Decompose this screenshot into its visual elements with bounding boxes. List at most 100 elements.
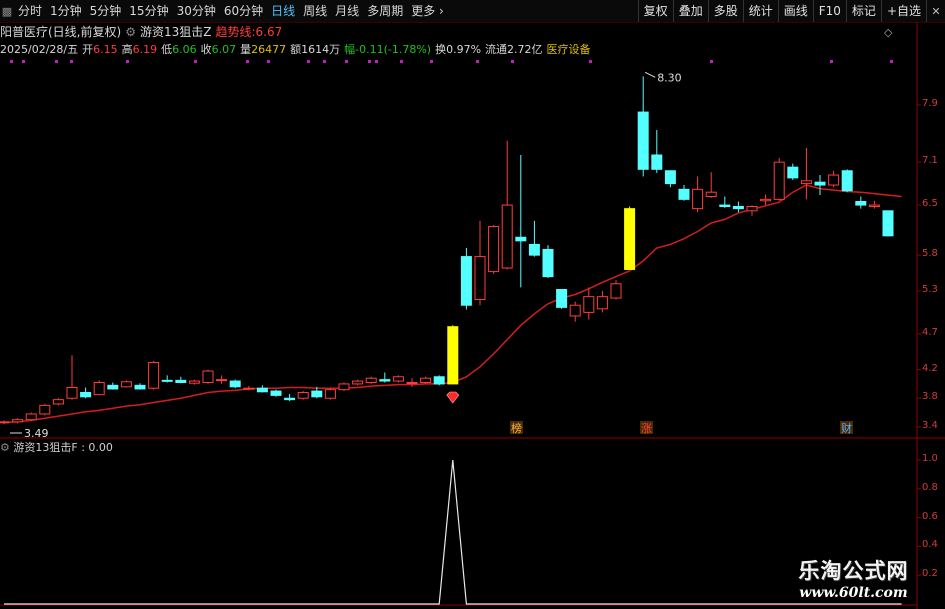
price-tick-label: 7.9	[922, 97, 938, 109]
candle-body	[66, 387, 78, 399]
indicator-tick-label: 0.8	[922, 481, 938, 493]
price-chart[interactable]: 8.30 3.49 榜 涨 财	[0, 0, 945, 609]
candle-body	[25, 413, 37, 421]
marker-dot-13	[400, 60, 403, 63]
price-tick-label: 4.7	[922, 326, 938, 338]
marker-dot-14	[430, 60, 433, 63]
candle-body	[746, 206, 758, 212]
candle-body	[39, 404, 51, 415]
candle-body	[583, 296, 595, 313]
marker-dot-7	[267, 60, 270, 63]
candle-body	[474, 256, 486, 301]
candle-body	[624, 208, 636, 270]
indicator-header: ⚙ 游资13狙击F : 0.00	[0, 441, 113, 454]
candle-body	[297, 392, 309, 399]
candle-body	[773, 161, 785, 200]
candle-body	[841, 170, 853, 192]
candle-body	[515, 236, 527, 242]
marker-dot-10	[345, 60, 348, 63]
marker-dot-16	[511, 60, 514, 63]
candle-body	[692, 188, 704, 210]
candle-body	[528, 243, 540, 256]
candle-body	[216, 379, 228, 382]
candle-body	[0, 421, 10, 424]
price-tick-label: 7.1	[922, 155, 938, 167]
candle-body	[447, 326, 459, 385]
candle-body	[678, 188, 690, 200]
candle-body	[175, 379, 187, 383]
price-tick-label: 5.3	[922, 283, 938, 295]
candle-body	[365, 377, 377, 383]
candle-body	[882, 210, 894, 237]
candle-body	[814, 181, 826, 186]
candle-body	[732, 206, 744, 210]
marker-dot-4	[126, 60, 129, 63]
candle-body	[52, 399, 64, 405]
event-badge-label: 涨	[641, 422, 652, 435]
candle-body	[148, 361, 160, 389]
candle-body	[800, 180, 812, 185]
marker-dot-12	[375, 60, 378, 63]
marker-dot-5	[194, 60, 197, 63]
candle-body	[229, 380, 241, 388]
candle-body	[556, 288, 568, 308]
candle-body	[569, 304, 581, 317]
marker-dot-11	[368, 60, 371, 63]
marker-dot-15	[476, 60, 479, 63]
event-badge-label: 财	[841, 421, 852, 435]
indicator-title[interactable]: 游资13狙击F	[13, 441, 77, 454]
candle-body	[243, 387, 255, 390]
candle-body	[420, 377, 432, 383]
marker-dot-18	[710, 60, 713, 63]
candle-body	[338, 383, 350, 391]
candle-body	[256, 387, 268, 393]
indicator-tick-label: 0.6	[922, 510, 938, 522]
marker-dot-19	[830, 60, 833, 63]
diamond-signal-icon	[446, 391, 460, 404]
candle-body	[651, 154, 663, 170]
candle-body	[637, 111, 649, 170]
marker-dot-20	[890, 60, 893, 63]
marker-dot-2	[55, 60, 58, 63]
high-mark-label: 8.30	[657, 71, 682, 84]
candle-body	[120, 381, 132, 388]
indicator-tick-label: 0.4	[922, 539, 938, 551]
candle-body	[460, 256, 472, 306]
candle-body	[188, 380, 200, 384]
candle-body	[134, 384, 146, 390]
candle-body	[392, 376, 404, 382]
candle-body	[379, 379, 391, 382]
watermark-url: www.60lt.com	[799, 585, 908, 601]
candle-body	[868, 204, 880, 208]
candle-body	[352, 380, 364, 385]
candle-body	[828, 174, 840, 186]
candle-body	[705, 191, 717, 197]
price-tick-label: 3.4	[922, 419, 938, 431]
candle-body	[311, 390, 323, 398]
candle-body	[719, 204, 731, 208]
watermark: 乐淘公式网 www.60lt.com	[762, 553, 945, 609]
candle-body	[596, 296, 608, 310]
candle-body	[324, 389, 336, 399]
candle-body	[501, 204, 513, 269]
indicator-tick-label: 1.0	[922, 453, 938, 464]
price-tick-label: 6.5	[922, 198, 938, 210]
watermark-title: 乐淘公式网	[798, 559, 909, 583]
marker-dot-0	[10, 60, 13, 63]
candle-body	[855, 201, 867, 206]
candle-body	[107, 384, 119, 390]
price-tick-label: 3.8	[922, 391, 938, 403]
indicator-value: 0.00	[88, 441, 113, 454]
event-badge-label: 榜	[511, 421, 522, 435]
candle-body	[284, 397, 296, 401]
candle-body	[664, 170, 676, 185]
marker-dot-17	[589, 60, 592, 63]
candle-body	[433, 376, 445, 385]
candle-body	[610, 283, 622, 299]
marker-dot-1	[22, 60, 25, 63]
candle-body	[12, 419, 24, 423]
low-mark-label: 3.49	[24, 427, 49, 440]
price-tick-label: 4.2	[922, 362, 938, 374]
candle-body	[202, 370, 214, 383]
gear-icon[interactable]: ⚙	[0, 441, 10, 454]
